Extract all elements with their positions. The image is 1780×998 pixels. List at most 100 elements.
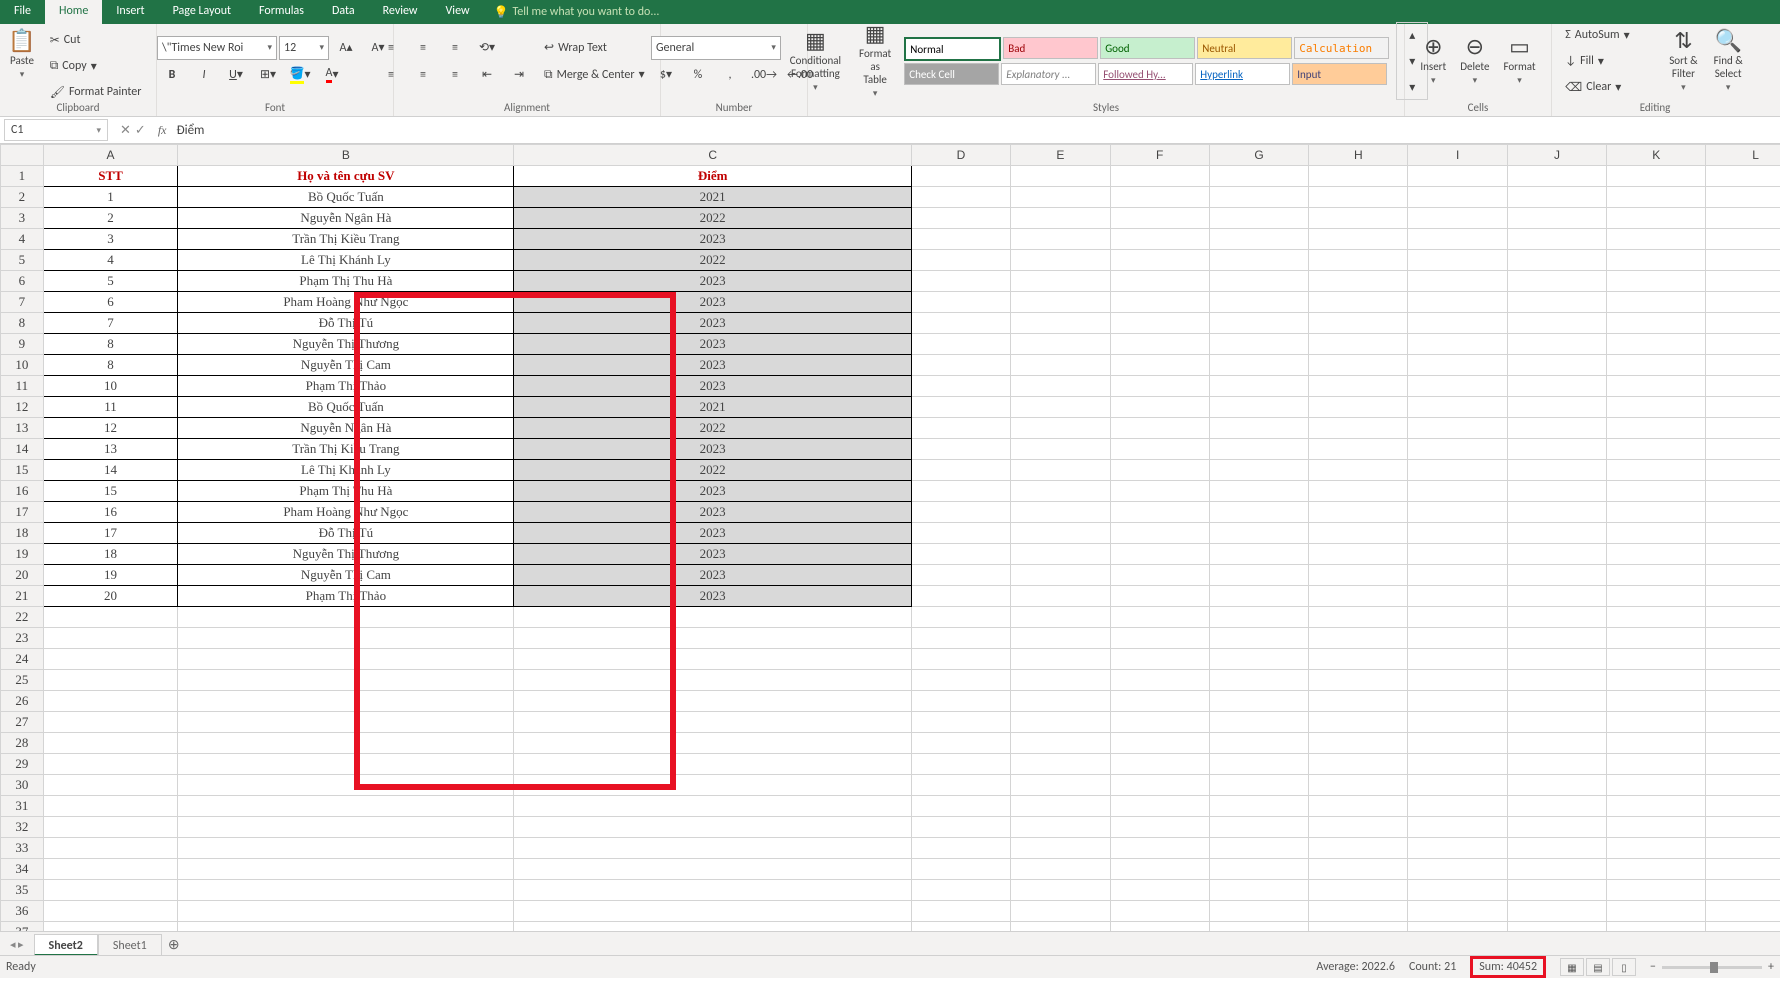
cell[interactable]: [1309, 376, 1408, 397]
column-header[interactable]: L: [1706, 145, 1780, 166]
row-header[interactable]: 25: [1, 670, 44, 691]
cell[interactable]: [514, 712, 911, 733]
align-top-button[interactable]: ≡: [376, 36, 406, 60]
row-header[interactable]: 23: [1, 628, 44, 649]
cell[interactable]: [1011, 880, 1110, 901]
cell[interactable]: [1309, 187, 1408, 208]
cell[interactable]: [1607, 397, 1706, 418]
cell[interactable]: [911, 481, 1010, 502]
clear-button[interactable]: ⌫Clear▾: [1561, 75, 1659, 99]
cell[interactable]: [1209, 859, 1308, 880]
cell[interactable]: [911, 355, 1010, 376]
accept-formula-icon[interactable]: ✓: [135, 123, 146, 138]
row-header[interactable]: 12: [1, 397, 44, 418]
cell[interactable]: [1011, 838, 1110, 859]
cell[interactable]: [1408, 796, 1507, 817]
cell[interactable]: 17: [43, 523, 177, 544]
cell[interactable]: [1110, 208, 1209, 229]
cell[interactable]: [1209, 250, 1308, 271]
cell[interactable]: [1011, 565, 1110, 586]
font-size-select[interactable]: 12▾: [279, 36, 329, 60]
underline-button[interactable]: U▾: [221, 63, 251, 87]
cell[interactable]: [1209, 397, 1308, 418]
row-header[interactable]: 26: [1, 691, 44, 712]
cell[interactable]: [43, 817, 177, 838]
row-header[interactable]: 9: [1, 334, 44, 355]
cell[interactable]: [1408, 460, 1507, 481]
row-header[interactable]: 11: [1, 376, 44, 397]
cell[interactable]: [1011, 796, 1110, 817]
cell[interactable]: [43, 838, 177, 859]
cell[interactable]: [1408, 397, 1507, 418]
cell[interactable]: [1507, 229, 1606, 250]
cell[interactable]: 15: [43, 481, 177, 502]
cell[interactable]: [1408, 544, 1507, 565]
cell[interactable]: [178, 754, 514, 775]
cell[interactable]: [1209, 586, 1308, 607]
cell[interactable]: [1309, 439, 1408, 460]
cell[interactable]: [1011, 586, 1110, 607]
cell[interactable]: [1607, 439, 1706, 460]
cell[interactable]: [1011, 439, 1110, 460]
cell[interactable]: [1209, 649, 1308, 670]
cell[interactable]: [1110, 187, 1209, 208]
row-header[interactable]: 3: [1, 208, 44, 229]
cell[interactable]: [1209, 733, 1308, 754]
row-header[interactable]: 10: [1, 355, 44, 376]
cell[interactable]: [1607, 586, 1706, 607]
add-sheet-button[interactable]: ⊕: [162, 932, 186, 956]
cell[interactable]: [1309, 271, 1408, 292]
cell[interactable]: [1607, 376, 1706, 397]
cell[interactable]: [43, 607, 177, 628]
cell[interactable]: [1706, 250, 1780, 271]
cell[interactable]: [1706, 670, 1780, 691]
cell[interactable]: [1706, 418, 1780, 439]
row-header[interactable]: 35: [1, 880, 44, 901]
cell[interactable]: [1110, 250, 1209, 271]
cell[interactable]: [1607, 670, 1706, 691]
cell[interactable]: [1110, 460, 1209, 481]
cell[interactable]: [911, 775, 1010, 796]
cell[interactable]: [1011, 733, 1110, 754]
font-color-button[interactable]: A▾: [317, 63, 347, 87]
cell[interactable]: 19: [43, 565, 177, 586]
cell[interactable]: 5: [43, 271, 177, 292]
cell[interactable]: [1507, 292, 1606, 313]
cell[interactable]: [1408, 439, 1507, 460]
cell[interactable]: [1011, 607, 1110, 628]
cell[interactable]: Đỗ Thị Tú: [178, 313, 514, 334]
row-header[interactable]: 5: [1, 250, 44, 271]
cell[interactable]: [1607, 838, 1706, 859]
copy-button[interactable]: ⧉Copy▾: [46, 54, 144, 78]
cell[interactable]: [1011, 502, 1110, 523]
cell[interactable]: [1209, 754, 1308, 775]
cell[interactable]: [178, 733, 514, 754]
cell[interactable]: [911, 544, 1010, 565]
cell[interactable]: [1607, 565, 1706, 586]
cell[interactable]: [178, 649, 514, 670]
conditional-formatting-button[interactable]: ▦Conditional Formatting▾: [784, 28, 847, 95]
cell[interactable]: 2021: [514, 397, 911, 418]
cell[interactable]: [1706, 796, 1780, 817]
cell[interactable]: [1209, 292, 1308, 313]
cell[interactable]: [514, 628, 911, 649]
cell[interactable]: 2023: [514, 565, 911, 586]
cell[interactable]: [1110, 565, 1209, 586]
cell[interactable]: [1011, 418, 1110, 439]
cell[interactable]: [1408, 271, 1507, 292]
cell[interactable]: [1507, 565, 1606, 586]
cell[interactable]: [1607, 250, 1706, 271]
cell[interactable]: [1507, 817, 1606, 838]
cell[interactable]: [1209, 166, 1308, 187]
cell[interactable]: [1507, 313, 1606, 334]
cell[interactable]: Pham Hoàng Như Ngọc: [178, 502, 514, 523]
select-all-corner[interactable]: [1, 145, 44, 166]
cell[interactable]: [178, 628, 514, 649]
cell[interactable]: [1110, 817, 1209, 838]
cell[interactable]: [514, 880, 911, 901]
cell[interactable]: [911, 649, 1010, 670]
fill-color-button[interactable]: 🪣▾: [285, 63, 315, 87]
cell[interactable]: [1607, 418, 1706, 439]
cell[interactable]: [911, 439, 1010, 460]
cell[interactable]: [1209, 502, 1308, 523]
